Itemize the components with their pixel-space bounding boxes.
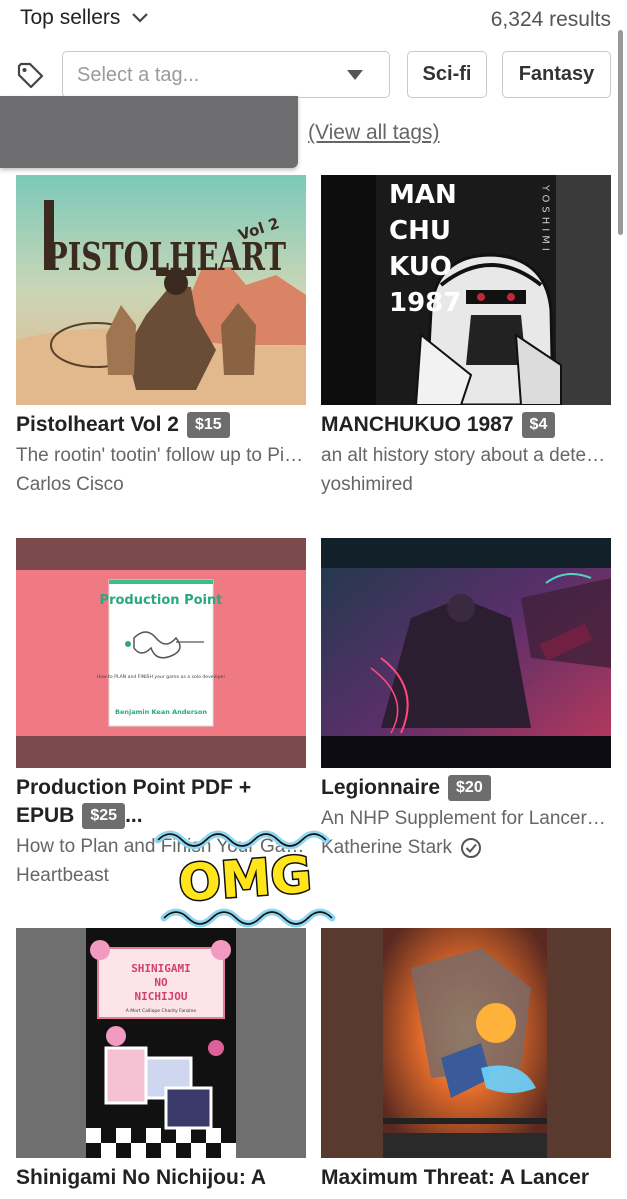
- tag-select-placeholder: Select a tag...: [77, 64, 200, 86]
- product-description: The rootin' tootin' follow up to Pistolh…: [16, 445, 306, 466]
- title-ellipsis: ...: [125, 804, 143, 827]
- price-badge: $4: [521, 412, 556, 438]
- product-title[interactable]: Maximum Threat: A Lancer: [321, 1164, 589, 1192]
- results-count: 6,324 results: [490, 8, 611, 31]
- chevron-down-icon: [132, 13, 149, 23]
- scrollbar[interactable]: [618, 30, 623, 235]
- view-all-tags-link[interactable]: (View all tags): [308, 121, 440, 144]
- redaction-overlay: [0, 96, 298, 168]
- cover-vertical-text: YOSHIMI: [540, 184, 551, 255]
- cover-line-2: NO: [154, 976, 168, 989]
- product-thumbnail[interactable]: PISTOLHEART Vol 2: [16, 175, 306, 405]
- product-author[interactable]: Carlos Cisco: [16, 474, 124, 496]
- results-header: Top sellers 6,324 results: [0, 0, 627, 44]
- product-title-text[interactable]: Maximum Threat: A Lancer: [321, 1166, 589, 1189]
- product-title[interactable]: Pistolheart Vol 2 $15: [16, 411, 230, 439]
- cover-line-1: MAN: [389, 180, 457, 210]
- product-title-text[interactable]: Pistolheart Vol 2: [16, 413, 179, 436]
- tag-select-input[interactable]: Select a tag...: [62, 51, 390, 98]
- price-badge: $25: [82, 803, 126, 829]
- cover-subtitle-text: A Mort Calliope Charity Fanzine: [126, 1008, 197, 1014]
- sticker-text: OMG: [177, 845, 314, 912]
- product-thumbnail[interactable]: SHINIGAMI NO NICHIJOU A Mort Calliope Ch…: [16, 928, 306, 1158]
- tag-filter-bar: Select a tag... Sci-fi Fantasy: [0, 50, 627, 102]
- product-thumbnail[interactable]: Production Point How to PLAN and FINISH …: [16, 538, 306, 768]
- caret-down-icon: [347, 70, 363, 80]
- product-author[interactable]: Katherine Stark: [321, 837, 482, 859]
- author-name[interactable]: yoshimired: [321, 474, 413, 496]
- product-description: An NHP Supplement for Lancer RPG: [321, 808, 611, 829]
- product-thumbnail[interactable]: [321, 928, 611, 1158]
- cover-line-3: NICHIJOU: [135, 990, 188, 1003]
- cover-subtitle-text: How to PLAN and FINISH your game as a so…: [97, 674, 226, 680]
- author-name[interactable]: Carlos Cisco: [16, 474, 124, 496]
- sort-label: Top sellers: [20, 6, 121, 29]
- product-thumbnail[interactable]: [321, 538, 611, 768]
- author-name[interactable]: Katherine Stark: [321, 837, 452, 859]
- product-title[interactable]: Legionnaire $20: [321, 774, 491, 802]
- product-author[interactable]: yoshimired: [321, 474, 413, 496]
- verified-check-icon: [460, 838, 481, 858]
- product-title[interactable]: MANCHUKUO 1987 $4: [321, 411, 556, 439]
- product-description: an alt history story about a detective: [321, 445, 611, 466]
- tag-chip-scifi[interactable]: Sci-fi: [407, 51, 487, 98]
- product-title-text[interactable]: Shinigami No Nichijou: A: [16, 1166, 266, 1189]
- cover-title-text: Production Point: [100, 593, 223, 608]
- sort-dropdown[interactable]: Top sellers: [20, 6, 150, 30]
- product-author[interactable]: Heartbeast: [16, 865, 109, 887]
- cover-line-4: 1987: [389, 288, 461, 318]
- cover-line-2: CHU: [389, 216, 451, 246]
- product-title[interactable]: Shinigami No Nichijou: A: [16, 1164, 266, 1192]
- product-title-line-1[interactable]: Production Point PDF +: [16, 774, 251, 802]
- product-thumbnail[interactable]: MAN CHU KUO 1987 YOSHIMI: [321, 175, 611, 405]
- author-name[interactable]: Heartbeast: [16, 865, 109, 887]
- product-title-text[interactable]: MANCHUKUO 1987: [321, 413, 514, 436]
- price-badge: $20: [448, 775, 491, 801]
- price-badge: $15: [187, 412, 230, 438]
- view-all-tags: (View all tags): [308, 121, 440, 145]
- tag-chip-fantasy[interactable]: Fantasy: [502, 51, 611, 98]
- cover-line-1: SHINIGAMI: [131, 962, 191, 975]
- product-title-text[interactable]: Legionnaire: [321, 776, 440, 799]
- cover-author-text: Benjamin Kean Anderson: [115, 708, 207, 716]
- tag-icon: [17, 62, 44, 89]
- omg-sticker: OMG: [154, 830, 336, 928]
- product-title-line-2[interactable]: EPUB: [16, 804, 74, 827]
- cover-line-3: KUO: [389, 252, 452, 282]
